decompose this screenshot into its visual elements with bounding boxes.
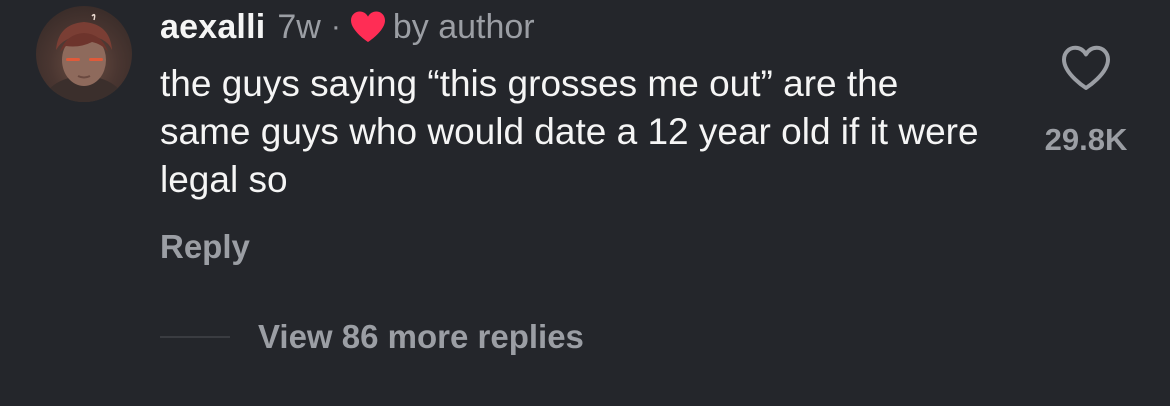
- comment-header: aexalli 7w · by author: [160, 6, 535, 48]
- view-more-replies-button[interactable]: View 86 more replies: [160, 318, 584, 356]
- avatar-image: [42, 13, 126, 102]
- comment: aexalli 7w · by author the guys saying “…: [0, 0, 1170, 406]
- avatar[interactable]: [36, 6, 132, 102]
- author-like-label: by author: [392, 7, 535, 46]
- like-count: 29.8K: [1044, 122, 1128, 157]
- red-heart-icon: [349, 10, 387, 44]
- view-more-replies-label: View 86 more replies: [258, 318, 584, 355]
- separator-dot: ·: [330, 10, 341, 43]
- heart-outline-icon[interactable]: [1060, 44, 1112, 92]
- username[interactable]: aexalli: [160, 8, 265, 47]
- divider-line: [160, 336, 230, 338]
- timestamp: 7w: [277, 7, 321, 46]
- reply-button[interactable]: Reply: [160, 228, 250, 266]
- comment-text: the guys saying “this grosses me out” ar…: [160, 63, 979, 200]
